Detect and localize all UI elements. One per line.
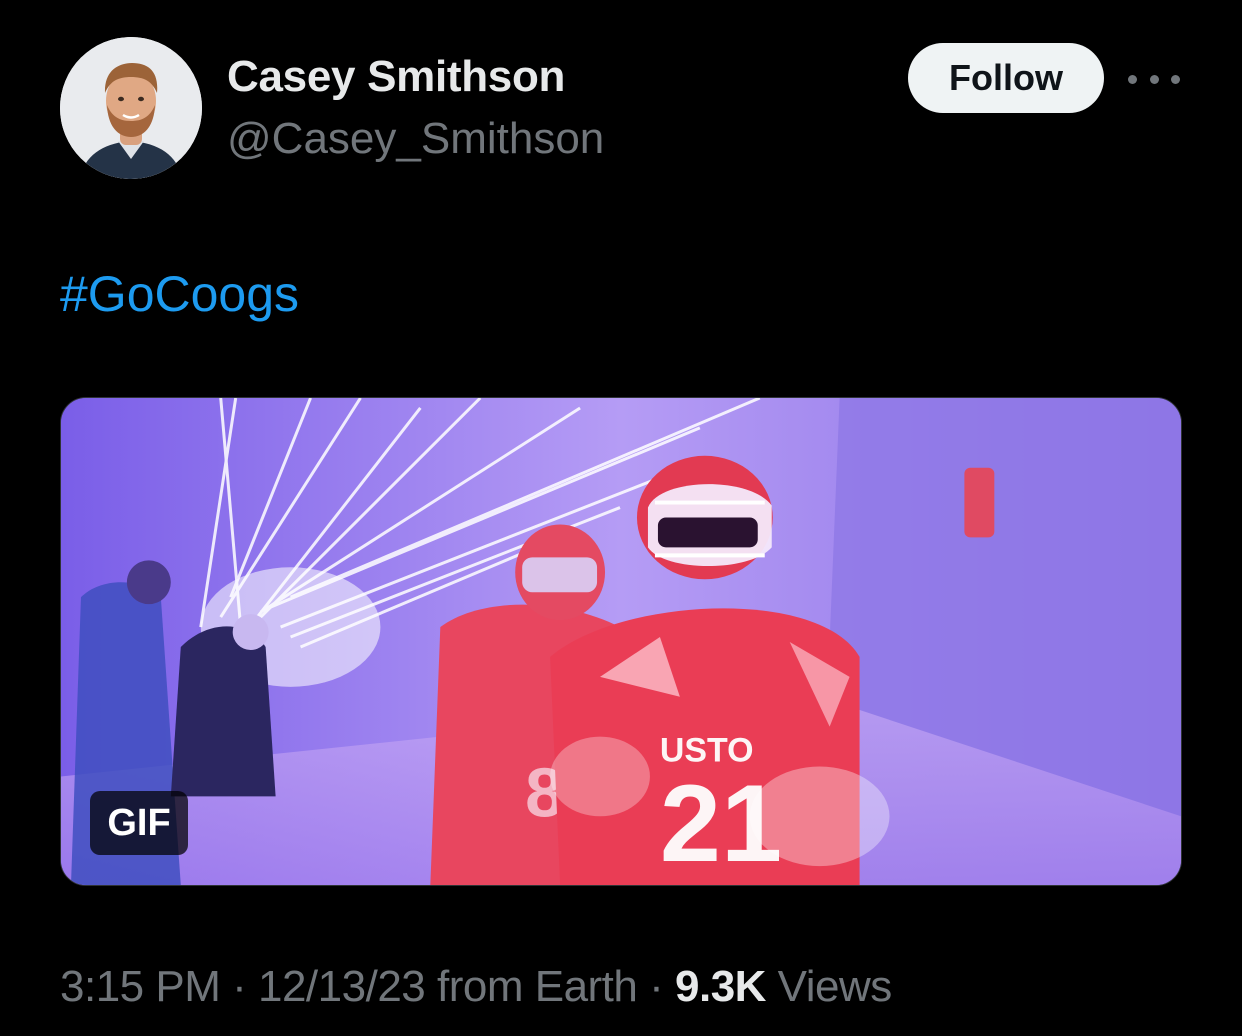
meta-separator: · [220, 962, 258, 1011]
tweet-time[interactable]: 3:15 PM [60, 962, 221, 1011]
gif-media[interactable]: 8 USTO 21 [60, 397, 1182, 886]
author-display-name[interactable]: Casey Smithson [227, 52, 565, 102]
more-dots-icon [1149, 74, 1159, 84]
more-dots-icon [1128, 74, 1137, 84]
views-label: Views [765, 962, 893, 1011]
hashtag-link[interactable]: #GoCoogs [60, 265, 299, 323]
author-handle[interactable]: @Casey_Smithson [227, 114, 604, 164]
follow-button[interactable]: Follow [908, 43, 1104, 113]
tweet: Casey Smithson @Casey_Smithson Follow #G… [0, 0, 1242, 1036]
tweet-source: from Earth [425, 962, 638, 1011]
gif-badge: GIF [90, 791, 188, 855]
meta-separator: · [637, 962, 675, 1011]
tweet-meta: 3:15 PM · 12/13/23 from Earth · 9.3K Vie… [60, 962, 892, 1012]
profile-photo-icon [60, 37, 202, 179]
views-count[interactable]: 9.3K [675, 962, 766, 1011]
more-dots-icon [1171, 74, 1180, 84]
gif-frame-image: 8 USTO 21 [61, 398, 1181, 885]
tweet-date[interactable]: 12/13/23 [258, 962, 426, 1011]
avatar[interactable] [60, 37, 202, 179]
more-options-button[interactable] [1128, 64, 1180, 94]
